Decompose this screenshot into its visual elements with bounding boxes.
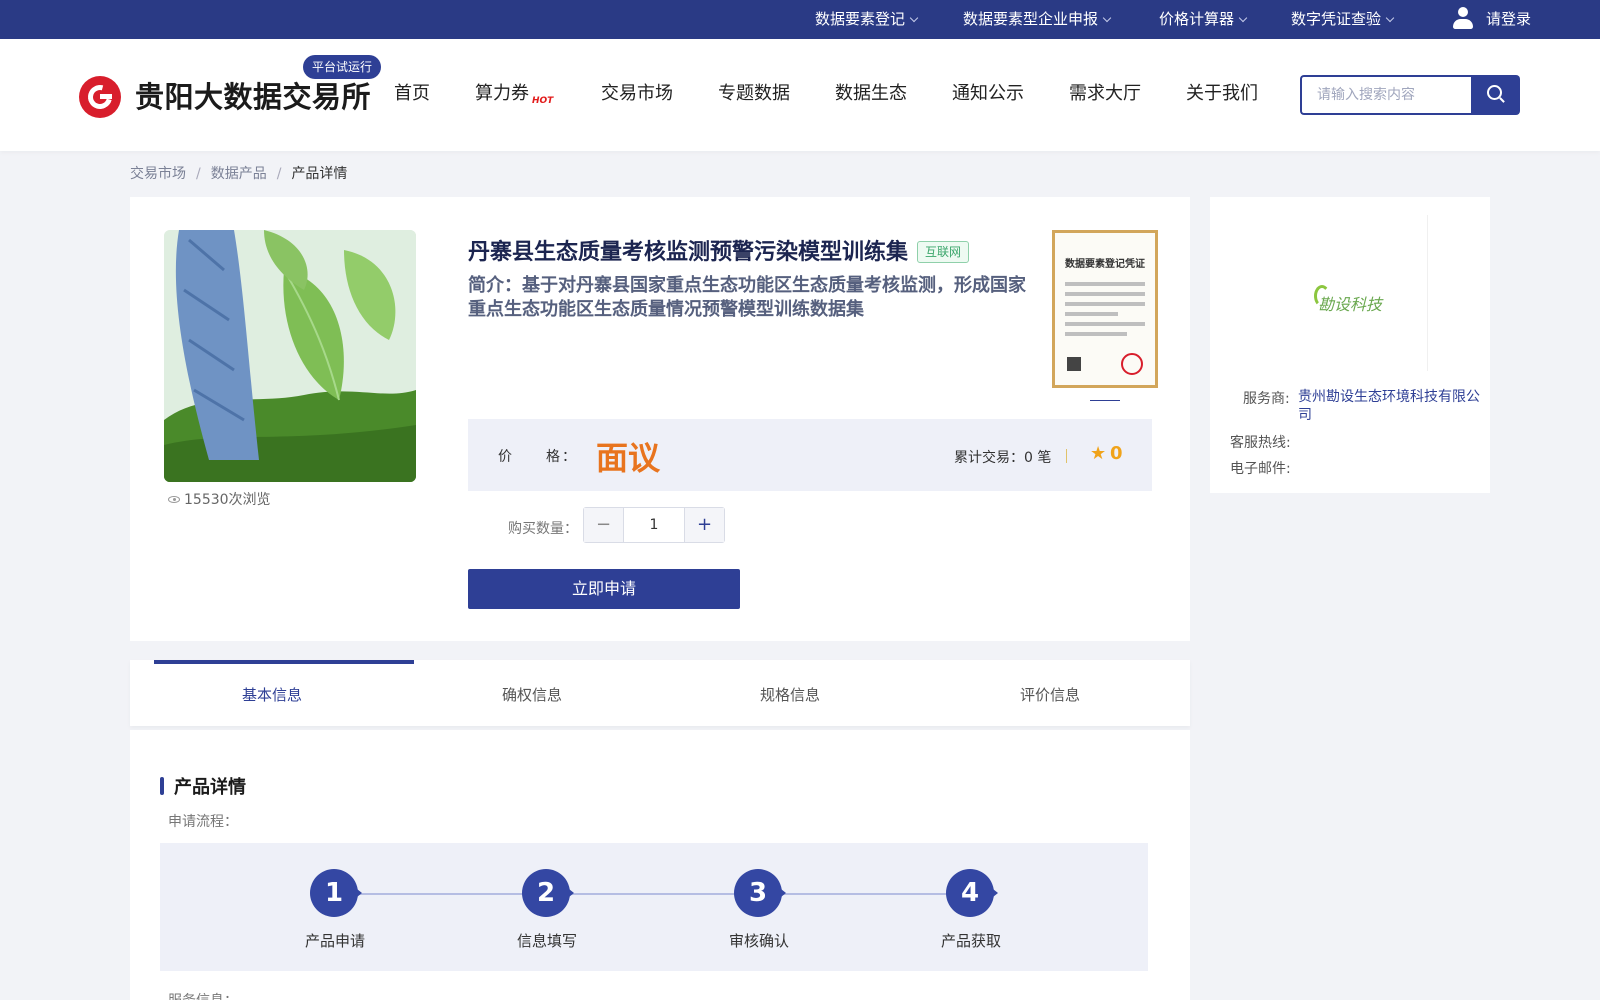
view-count-label: 15530次浏览 <box>184 492 271 508</box>
certificate-indicator <box>1090 400 1120 401</box>
provider-logo: 勘设科技 <box>1228 215 1428 371</box>
step-3-circle: 3 <box>734 869 786 917</box>
topbar-menu-label: 数字凭证查验 <box>1291 10 1382 28</box>
apply-now-button[interactable]: 立即申请 <box>468 569 740 609</box>
star-icon: ★ <box>1090 443 1107 464</box>
view-count: 15530次浏览 <box>168 489 271 509</box>
category-tag: 互联网 <box>917 241 970 263</box>
increase-button[interactable]: + <box>684 508 724 542</box>
step-1-label: 产品申请 <box>304 932 365 950</box>
site-logo-text[interactable]: 贵阳大数据交易所 <box>135 74 371 116</box>
product-title-text: 丹寨县生态质量考核监测预警污染模型训练集 <box>468 240 909 265</box>
chevron-down-icon <box>1102 13 1112 23</box>
login-label: 请登录 <box>1486 10 1532 28</box>
section-title: 产品详情 <box>160 773 246 799</box>
service-info-label: 服务信息： <box>168 990 238 1000</box>
topbar-menu-enterprise-declaration[interactable]: 数据要素型企业申报 <box>963 0 1112 39</box>
nav-market[interactable]: 交易市场 <box>601 79 673 109</box>
provider-logo-text: 勘设科技 <box>1318 295 1383 314</box>
nav-about-us[interactable]: 关于我们 <box>1186 79 1258 109</box>
trial-badge: 平台试运行 <box>303 55 382 79</box>
top-utility-bar: 数据要素登记 数据要素型企业申报 价格计算器 数字凭证查验 请登录 <box>0 0 1600 39</box>
breadcrumb-current: 产品详情 <box>291 166 348 182</box>
flow-label: 申请流程： <box>168 814 238 830</box>
nav-compute-voucher[interactable]: 算力券 HOT <box>475 79 553 109</box>
eye-icon <box>168 496 180 503</box>
step-4-label: 产品获取 <box>940 932 1001 950</box>
price-label: 价 格： <box>498 449 578 465</box>
breadcrumb: 交易市场 / 数据产品 / 产品详情 <box>130 163 347 183</box>
price-value: 面议 <box>596 439 661 477</box>
trade-count: 累计交易：0 笔 <box>954 450 1052 466</box>
chevron-down-icon <box>1238 13 1248 23</box>
hotline-label: 客服热线: <box>1230 435 1291 451</box>
nav-data-ecosystem[interactable]: 数据生态 <box>835 79 907 109</box>
nav-home[interactable]: 首页 <box>394 79 430 109</box>
product-title: 丹寨县生态质量考核监测预警污染模型训练集 互联网 <box>468 234 970 266</box>
step-2-label: 信息填写 <box>516 932 577 950</box>
seal-icon <box>1121 353 1143 375</box>
hot-badge-icon: HOT <box>532 96 554 106</box>
divider <box>1066 449 1067 463</box>
topbar-menu-label: 价格计算器 <box>1159 10 1235 28</box>
rating-value: 0 <box>1110 443 1123 464</box>
tab-basic-info[interactable]: 基本信息 <box>142 660 414 726</box>
search-input[interactable] <box>1300 75 1472 115</box>
breadcrumb-separator: / <box>196 166 201 182</box>
certificate-title: 数据要素登记凭证 <box>1065 259 1145 270</box>
nav-notices[interactable]: 通知公示 <box>952 79 1024 109</box>
product-illustration <box>164 230 416 482</box>
application-flow <box>160 843 1148 971</box>
quantity-stepper: − + <box>583 507 725 543</box>
nav-demand-hall[interactable]: 需求大厅 <box>1069 79 1141 109</box>
topbar-menu-data-registration[interactable]: 数据要素登记 <box>815 0 919 39</box>
qr-code-icon <box>1067 357 1081 371</box>
registration-certificate[interactable]: 数据要素登记凭证 <box>1052 230 1158 388</box>
step-3-label: 审核确认 <box>728 932 789 950</box>
login-link[interactable]: 请登录 <box>1452 0 1531 39</box>
tab-ownership-info[interactable]: 确权信息 <box>402 660 662 726</box>
service-provider-label: 服务商: <box>1243 391 1290 407</box>
tab-spec-info[interactable]: 规格信息 <box>660 660 920 726</box>
nav-label: 算力券 <box>475 83 529 104</box>
email-label: 电子邮件: <box>1230 461 1291 477</box>
step-2-circle: 2 <box>522 869 574 917</box>
logo-icon[interactable] <box>79 76 121 118</box>
breadcrumb-separator: / <box>276 166 282 182</box>
step-1-circle: 1 <box>310 869 362 917</box>
nav-topic-data[interactable]: 专题数据 <box>718 79 790 109</box>
search-button[interactable] <box>1471 75 1520 115</box>
quantity-input[interactable] <box>624 508 684 542</box>
flow-connector <box>780 893 970 895</box>
breadcrumb-data-products[interactable]: 数据产品 <box>211 166 267 182</box>
product-description: 简介：基于对丹寨县国家重点生态功能区生态质量考核监测，形成国家重点生态功能区生态… <box>468 275 1026 320</box>
user-icon <box>1452 7 1474 31</box>
breadcrumb-market[interactable]: 交易市场 <box>130 166 186 182</box>
quantity-label: 购买数量： <box>508 521 578 537</box>
price-panel: 价 格： 面议 累计交易：0 笔 ★ 0 <box>468 419 1152 491</box>
topbar-menu-label: 数据要素登记 <box>815 10 906 28</box>
info-tabs: 基本信息 确权信息 规格信息 评价信息 <box>130 660 1190 726</box>
topbar-menu-label: 数据要素型企业申报 <box>963 10 1099 28</box>
service-provider-value[interactable]: 贵州勘设生态环境科技有限公司 <box>1298 388 1482 424</box>
topbar-menu-price-calculator[interactable]: 价格计算器 <box>1159 0 1248 39</box>
step-4-circle: 4 <box>946 869 998 917</box>
product-image <box>164 230 416 482</box>
chevron-down-icon <box>1385 13 1395 23</box>
chevron-down-icon <box>909 13 919 23</box>
tab-review-info[interactable]: 评价信息 <box>920 660 1180 726</box>
topbar-menu-certificate-check[interactable]: 数字凭证查验 <box>1291 0 1395 39</box>
decrease-button[interactable]: − <box>584 508 624 542</box>
main-header: 贵阳大数据交易所 平台试运行 首页 算力券 HOT 交易市场 专题数据 数据生态 … <box>0 39 1600 151</box>
